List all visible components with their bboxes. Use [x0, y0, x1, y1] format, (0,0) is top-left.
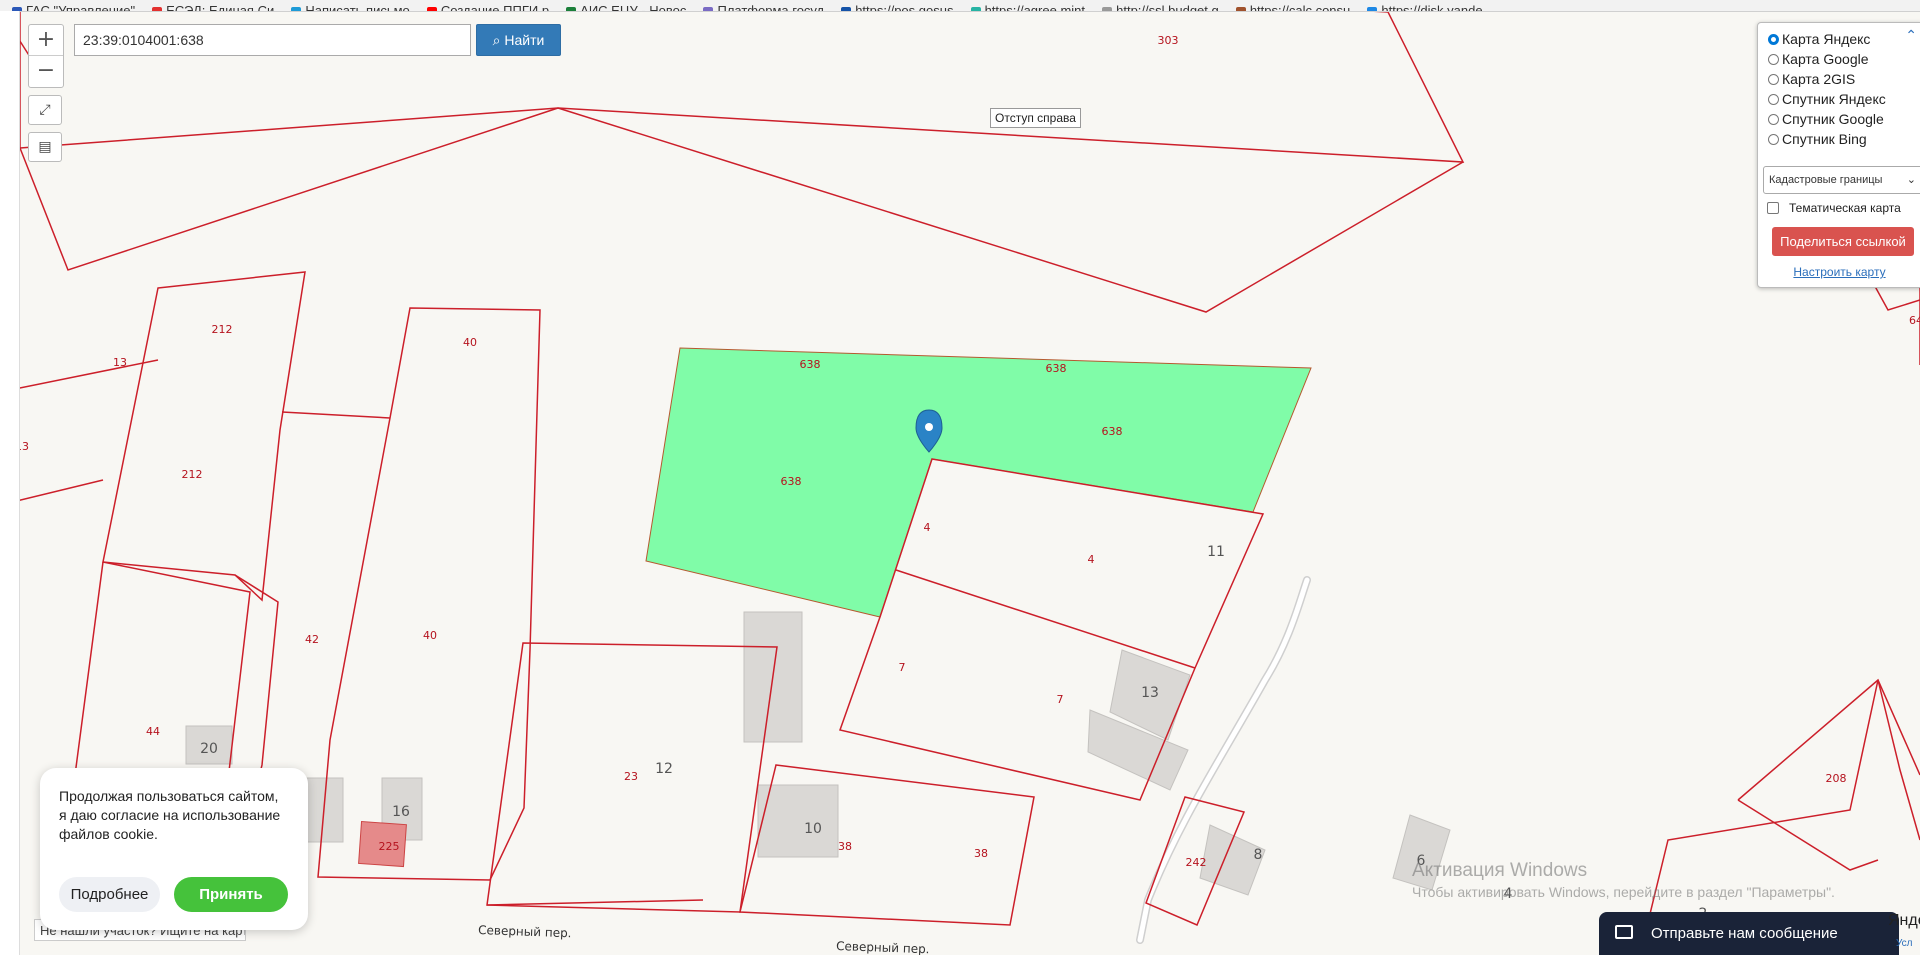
parcel-label-7: 7 — [899, 661, 906, 674]
windows-activation-watermark: Активация Windows Чтобы активировать Win… — [1412, 860, 1835, 900]
house-number-11: 11 — [1207, 544, 1225, 560]
radio-icon — [1768, 93, 1779, 105]
bookmark[interactable]: https://pos.gosus — [841, 3, 953, 11]
parcel-label-64: 64 — [1909, 314, 1920, 327]
chevron-down-icon: ⌄ — [1906, 174, 1916, 186]
parcel-label-638: 638 — [1046, 362, 1067, 375]
parcel-label-4: 4 — [1088, 553, 1095, 566]
house-number-12: 12 — [655, 761, 673, 777]
parcel-label-212: 212 — [212, 323, 233, 336]
radio-icon — [1768, 73, 1779, 85]
parcel-label-4: 4 — [924, 521, 931, 534]
parcel-label-23: 23 — [624, 770, 638, 783]
house-number-10: 10 — [804, 821, 822, 837]
street-label: Северный пер. — [836, 939, 930, 955]
layer-option-google-satellite[interactable]: Спутник Google — [1758, 109, 1920, 129]
cookie-text: Продолжая пользоваться сайтом, я даю сог… — [59, 788, 281, 842]
parcel-label-40: 40 — [463, 336, 477, 349]
search-input[interactable]: 23:39:0104001:638 — [74, 24, 471, 56]
printer-icon: ▤ — [38, 139, 52, 155]
house-number-20: 20 — [200, 741, 218, 757]
house-number-13: 13 — [1141, 685, 1159, 701]
radio-icon — [1768, 53, 1779, 65]
layer-option-yandex-satellite[interactable]: Спутник Яндекс — [1758, 89, 1920, 109]
bookmark[interactable]: Создание ППГИ р — [426, 3, 549, 11]
layer-option-2gis-map[interactable]: Карта 2GIS — [1758, 69, 1920, 89]
parcel-label-303: 303 — [1158, 34, 1179, 47]
parcel-label-208: 208 — [1826, 772, 1847, 785]
zoom-control: + − — [28, 24, 64, 88]
bookmark[interactable]: Платформа госуд — [703, 3, 824, 11]
parcel-label-7: 7 — [1057, 693, 1064, 706]
parcel-label-44: 44 — [146, 725, 160, 738]
parcel-label-212: 212 — [182, 468, 203, 481]
share-link-button[interactable]: Поделиться ссылкой — [1772, 227, 1914, 256]
fullscreen-button[interactable]: ⤢ — [28, 95, 62, 125]
terms-link[interactable]: Усл — [1896, 938, 1913, 949]
message-icon — [1615, 925, 1633, 939]
bookmark[interactable]: http://ssl.budget.g — [1102, 3, 1219, 11]
thematic-map-checkbox[interactable]: Тематическая карта — [1767, 201, 1901, 215]
bookmarks-bar: ГАС "Управление" ЕСЭД: Единая Си Написат… — [0, 0, 1920, 12]
bookmark[interactable]: ГАС "Управление" — [12, 3, 135, 11]
layer-option-yandex-map[interactable]: Карта Яндекс — [1758, 29, 1920, 49]
radio-icon — [1768, 33, 1779, 45]
cookie-banner: Продолжая пользоваться сайтом, я даю сог… — [40, 768, 308, 930]
parcel-label-638: 638 — [1102, 425, 1123, 438]
bookmark[interactable]: Написать письмо — [291, 3, 410, 11]
checkbox-icon — [1767, 202, 1779, 214]
parcel-label-638: 638 — [781, 475, 802, 488]
yandex-logo: Янде — [1888, 912, 1920, 929]
tooltip: Отступ справа — [990, 108, 1081, 128]
house-number-16: 16 — [392, 804, 410, 820]
parcel-label-42: 42 — [305, 633, 319, 646]
zoom-in-button[interactable]: + — [29, 25, 63, 55]
find-button[interactable]: ⌕ Найти — [476, 24, 561, 56]
left-sidebar-strip — [0, 11, 20, 955]
expand-icon: ⤢ — [39, 102, 51, 118]
parcel-label-40: 40 — [423, 629, 437, 642]
print-button[interactable]: ▤ — [28, 132, 62, 162]
cookie-accept-button[interactable]: Принять — [174, 877, 288, 912]
setup-map-link[interactable]: Настроить карту — [1758, 265, 1920, 279]
parcel-label-38: 38 — [974, 847, 988, 860]
collapse-icon[interactable]: ⌃ — [1905, 27, 1917, 44]
parcel-label-242: 242 — [1186, 856, 1207, 869]
search-icon: ⌕ — [492, 32, 505, 48]
layers-panel: ⌃ Карта Яндекс Карта Google Карта 2GIS С… — [1757, 22, 1920, 288]
parcel-label-13: 13 — [113, 356, 127, 369]
chat-widget[interactable]: Отправьте нам сообщение — [1599, 912, 1899, 955]
layer-option-bing-satellite[interactable]: Спутник Bing — [1758, 129, 1920, 149]
zoom-out-button[interactable]: − — [29, 55, 63, 86]
parcel-label-225: 225 — [379, 840, 400, 853]
bookmark[interactable]: https://disk.yande — [1367, 3, 1483, 11]
parcel-label-38: 38 — [838, 840, 852, 853]
bookmark[interactable]: https://agree.mint — [970, 3, 1085, 11]
bookmark[interactable]: АИС ЕЦУ - Новос — [566, 3, 686, 11]
boundary-select[interactable]: Кадастровые границы ⌄ — [1763, 166, 1920, 194]
layer-option-google-map[interactable]: Карта Google — [1758, 49, 1920, 69]
parcel-label-638: 638 — [800, 358, 821, 371]
radio-icon — [1768, 113, 1779, 125]
bookmark[interactable]: https://calc.consu — [1235, 3, 1350, 11]
bookmark[interactable]: ЕСЭД: Единая Си — [152, 3, 274, 11]
radio-icon — [1768, 133, 1779, 145]
cookie-more-button[interactable]: Подробнее — [59, 877, 160, 912]
house-number-8: 8 — [1254, 847, 1263, 863]
